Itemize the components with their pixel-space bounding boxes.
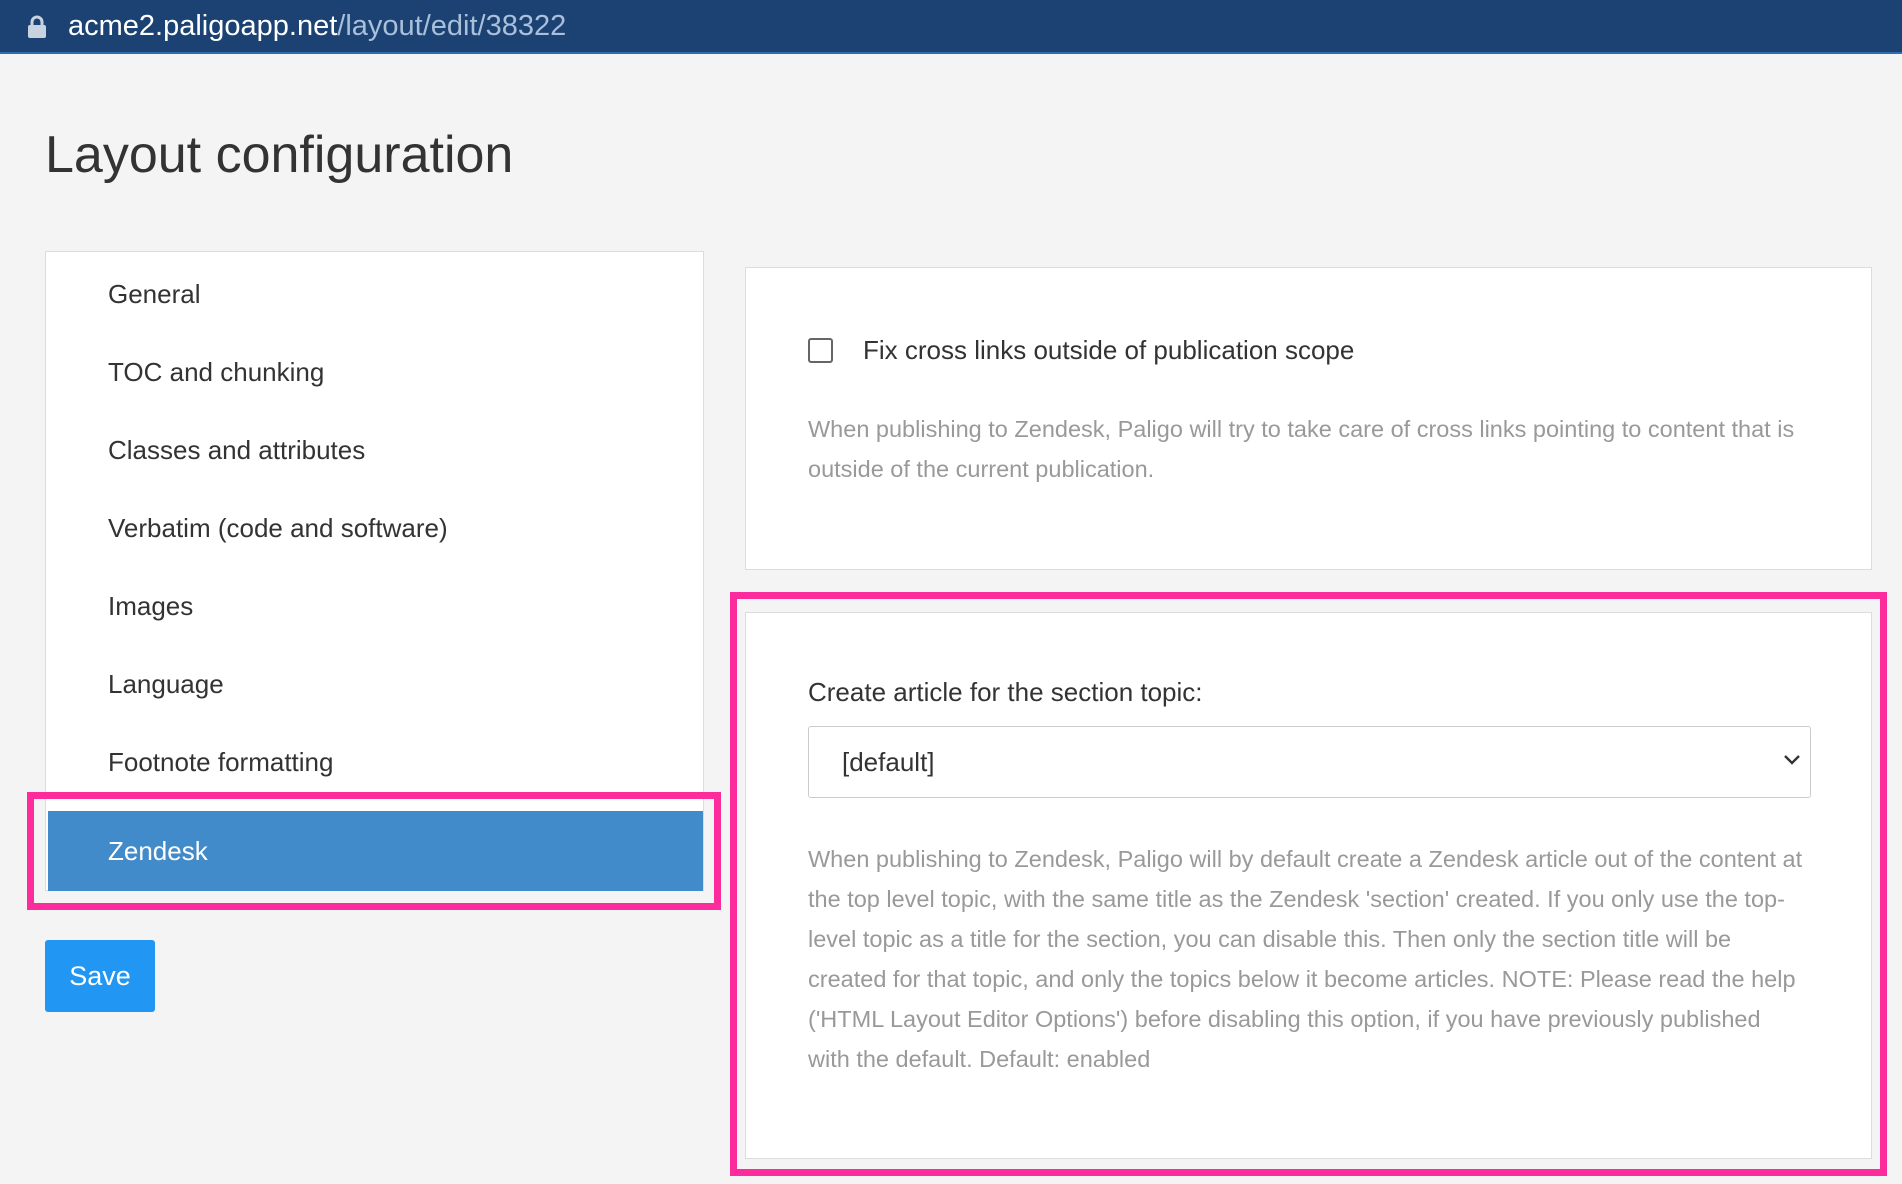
fix-cross-links-label[interactable]: Fix cross links outside of publication s… <box>863 334 1354 366</box>
settings-sidebar: General TOC and chunking Classes and att… <box>45 251 704 891</box>
section-topic-selected-value: [default] <box>842 747 935 777</box>
url-path: /layout/edit/38322 <box>337 10 567 42</box>
sidebar-item-images[interactable]: Images <box>46 567 703 645</box>
cross-links-help-text: When publishing to Zendesk, Paligo will … <box>808 416 1795 482</box>
url-host: acme2.paligoapp.net <box>68 10 338 42</box>
sidebar-item-language[interactable]: Language <box>46 645 703 723</box>
section-topic-help-text: When publishing to Zendesk, Paligo will … <box>808 846 1803 1072</box>
sidebar-item-footnote-formatting[interactable]: Footnote formatting <box>46 723 703 801</box>
sidebar-item-toc-and-chunking[interactable]: TOC and chunking <box>46 333 703 411</box>
sidebar-item-classes-and-attributes[interactable]: Classes and attributes <box>46 411 703 489</box>
fix-cross-links-checkbox[interactable] <box>808 338 833 363</box>
lock-icon <box>28 15 46 38</box>
sidebar-item-general[interactable]: General <box>46 255 703 333</box>
section-topic-panel: Create article for the section topic: [d… <box>745 612 1872 1159</box>
cross-links-panel: Fix cross links outside of publication s… <box>745 267 1872 570</box>
browser-url-bar[interactable]: acme2.paligoapp.net/layout/edit/38322 <box>0 0 1902 54</box>
section-topic-label: Create article for the section topic: <box>808 677 1203 707</box>
sidebar-item-zendesk[interactable]: Zendesk <box>48 811 703 891</box>
page-title: Layout configuration <box>45 126 514 184</box>
section-topic-select[interactable]: [default] <box>808 726 1811 798</box>
save-button[interactable]: Save <box>45 940 155 1012</box>
sidebar-item-verbatim[interactable]: Verbatim (code and software) <box>46 489 703 567</box>
chevron-down-icon <box>1784 755 1800 765</box>
url-text[interactable]: acme2.paligoapp.net/layout/edit/38322 <box>68 10 566 42</box>
